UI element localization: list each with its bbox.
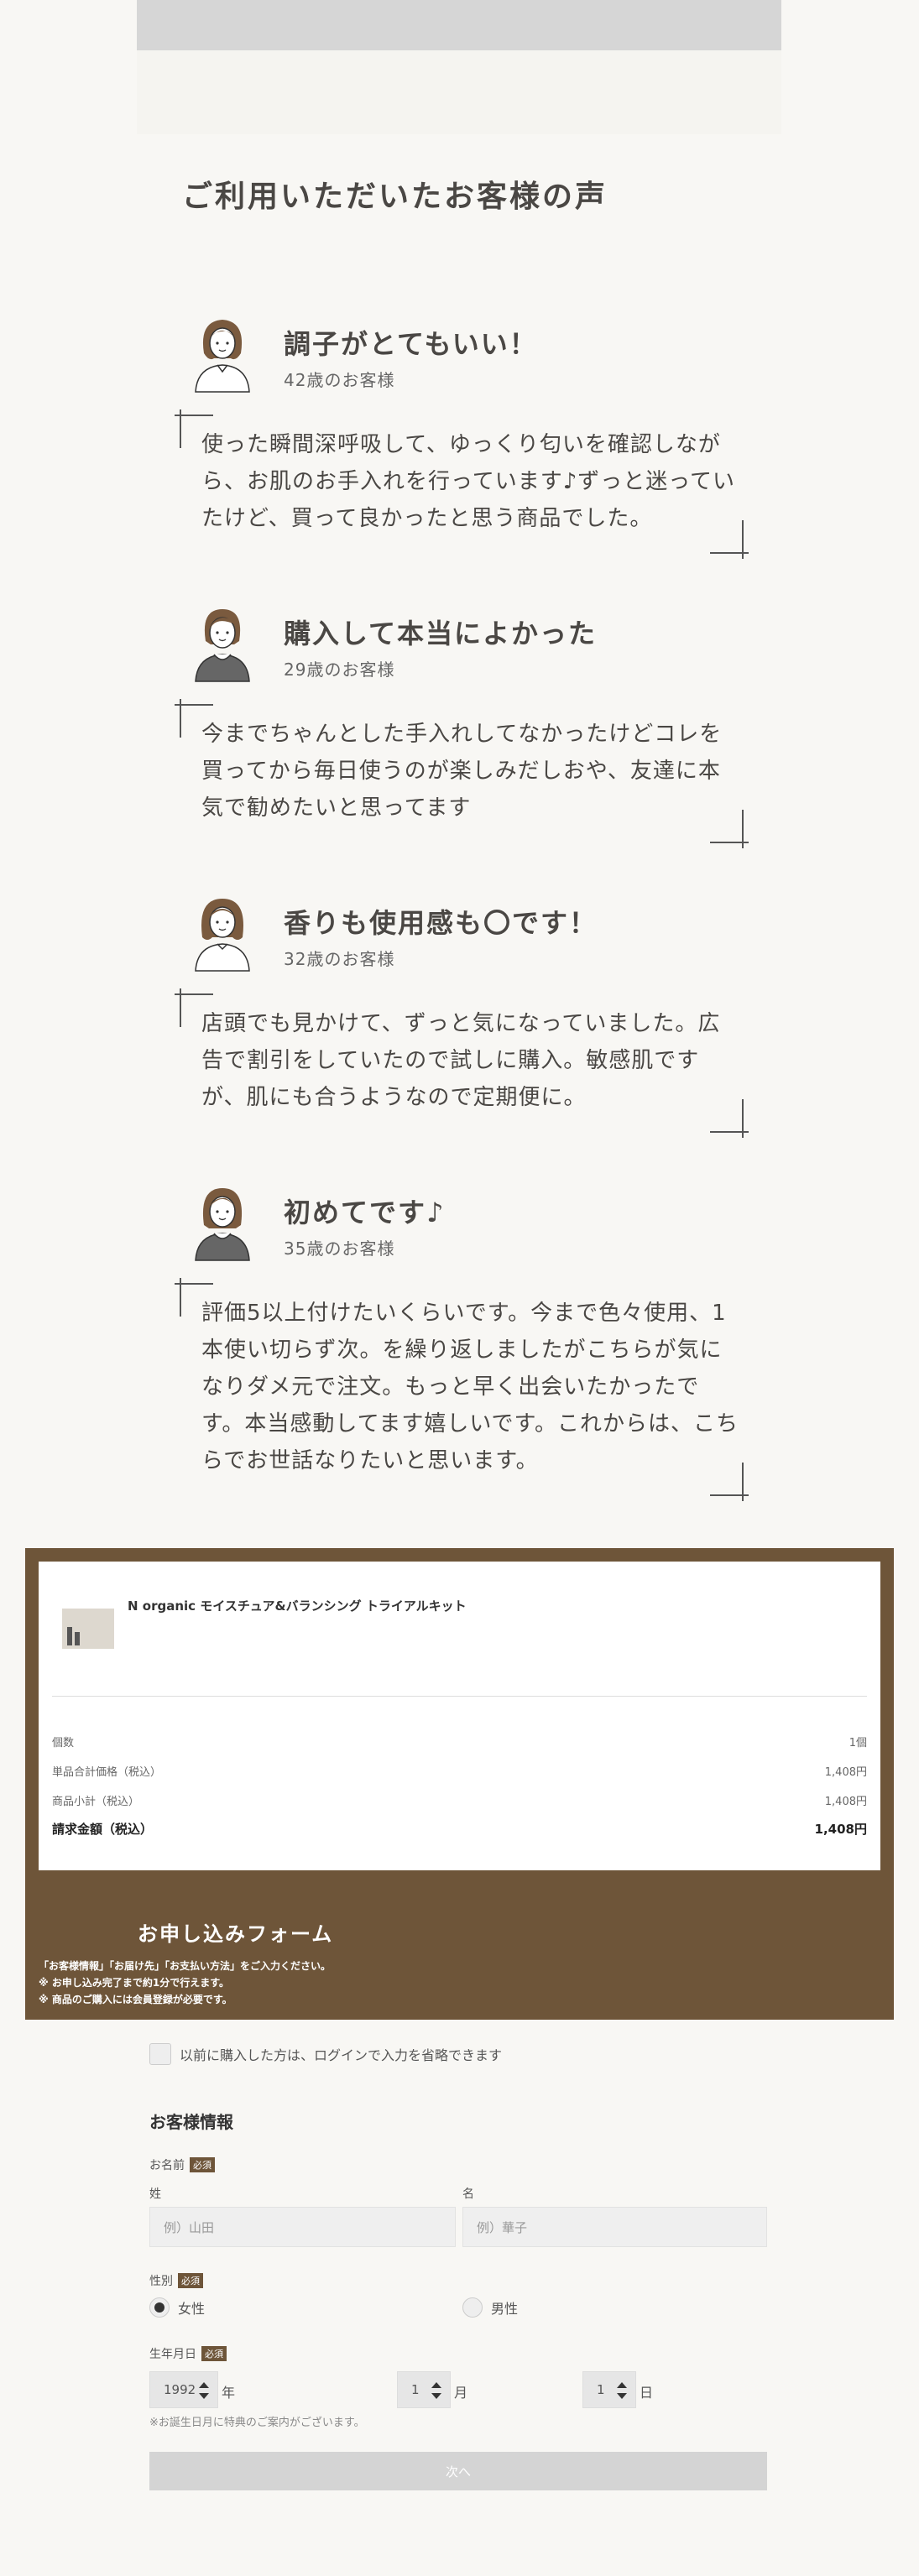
login-shortcut-checkbox[interactable]: 以前に購入した方は、ログインで入力を省略できます	[149, 2043, 502, 2065]
product-thumbnail	[62, 1609, 114, 1649]
quote-corner-decoration	[710, 1099, 749, 1138]
first-name-input[interactable]: 例）華子	[462, 2207, 767, 2247]
voices-section-title: ご利用いただいたお客様の声	[182, 180, 608, 214]
birth-day-select[interactable]: 1	[582, 2371, 636, 2408]
birth-month-select[interactable]: 1	[397, 2371, 451, 2408]
required-badge: 必須	[201, 2346, 227, 2361]
order-row-label: 請求金額（税込）	[52, 1822, 154, 1837]
last-name-input[interactable]: 例）山田	[149, 2207, 456, 2247]
order-row-quantity: 個数 1個	[52, 1734, 867, 1749]
gender-female-label: 女性	[178, 2301, 206, 2317]
review-customer-age: 29歳のお客様	[284, 660, 395, 680]
order-row-subtotal: 商品小計（税込） 1,408円	[52, 1792, 867, 1808]
order-row-unit-total: 単品合計価格（税込） 1,408円	[52, 1763, 867, 1779]
required-badge: 必須	[178, 2273, 203, 2288]
order-row-value: 1,408円	[824, 1796, 867, 1808]
quote-corner-decoration	[710, 1463, 749, 1501]
first-name-label: 名	[462, 2188, 474, 2201]
review-customer-age: 35歳のお客様	[284, 1238, 395, 1259]
form-note: ※ お申し込み完了まで約1分で行えます。	[39, 1977, 229, 1989]
review-title: 初めてです♪	[284, 1197, 446, 1228]
review-text: 今までちゃんとした手入れしてなかったけどコレを買ってから毎日使うのが楽しみだしお…	[201, 722, 723, 821]
month-unit: 月	[454, 2385, 468, 2401]
year-unit: 年	[222, 2385, 236, 2401]
customer-info-title: お客様情報	[149, 2112, 233, 2132]
login-shortcut-label: 以前に購入した方は、ログインで入力を省略できます	[180, 2047, 503, 2063]
order-row-label: 単品合計価格（税込）	[52, 1766, 162, 1779]
avatar-icon	[195, 899, 250, 972]
divider	[52, 1696, 867, 1697]
order-summary-card: N organic モイスチュア&バランシング トライアルキット 個数 1個 単…	[39, 1562, 880, 1870]
gender-male-radio[interactable]: 男性	[462, 2297, 518, 2318]
order-summary-panel: N organic モイスチュア&バランシング トライアルキット 個数 1個 単…	[25, 1548, 894, 2020]
hero-image-placeholder	[137, 0, 781, 50]
name-label: お名前 必須	[149, 2156, 215, 2173]
order-row-label: 個数	[52, 1737, 75, 1749]
review-text: 店頭でも見かけて、ずっと気になっていました。広告で割引をしていたので試しに購入。…	[201, 1011, 721, 1110]
form-notes: 「お客様情報」「お届け先」「お支払い方法」をご入力ください。 ※ お申し込み完了…	[39, 1958, 331, 2008]
order-row-value: 1,408円	[824, 1766, 867, 1779]
form-note: ※ 商品のご購入には会員登録が必要です。	[39, 1994, 232, 2005]
last-name-label: 姓	[149, 2188, 161, 2201]
day-unit: 日	[640, 2385, 654, 2401]
review-text: 評価5以上付けたいくらいです。今まで色々使用、1本使い切らず次。を繰り返しました…	[201, 1301, 739, 1473]
order-row-label: 商品小計（税込）	[52, 1796, 140, 1808]
required-badge: 必須	[190, 2157, 215, 2172]
form-note: 「お客様情報」「お届け先」「お支払い方法」をご入力ください。	[39, 1960, 332, 1972]
order-row-billing-total: 請求金額（税込） 1,408円	[52, 1820, 867, 1838]
quote-corner-decoration	[710, 810, 749, 848]
birthday-note: ※お誕生日月に特典のご案内がございます。	[149, 2417, 365, 2429]
spinner-icon	[197, 2382, 209, 2399]
quote-corner-decoration	[710, 520, 749, 559]
gender-male-label: 男性	[491, 2301, 519, 2317]
next-button[interactable]: 次へ	[149, 2452, 767, 2490]
product-name: N organic モイスチュア&バランシング トライアルキット	[128, 1598, 467, 1614]
radio-selected-icon[interactable]	[149, 2297, 170, 2318]
avatar-icon	[195, 1188, 250, 1261]
radio-unselected-icon[interactable]	[462, 2297, 483, 2318]
spinner-icon	[615, 2382, 627, 2399]
birthday-label: 生年月日 必須	[149, 2345, 227, 2362]
application-form-heading: お申し込みフォーム	[138, 1922, 334, 1946]
avatar-icon	[195, 609, 250, 682]
gender-label: 性別 必須	[149, 2272, 203, 2289]
review-title: 購入して本当によかった	[284, 618, 598, 649]
checkbox[interactable]	[149, 2043, 171, 2065]
review-customer-age: 32歳のお客様	[284, 949, 395, 969]
spinner-icon	[430, 2382, 441, 2399]
gender-female-radio[interactable]: 女性	[149, 2297, 205, 2318]
review-text: 使った瞬間深呼吸して、ゆっくり匂いを確認しながら、お肌のお手入れを行っています♪…	[201, 432, 735, 531]
review-title: 調子がとてもいい！	[284, 328, 538, 360]
hero-fade	[137, 50, 781, 134]
avatar-icon	[195, 320, 250, 393]
review-title: 香りも使用感も〇です！	[284, 907, 598, 939]
order-row-value: 1個	[849, 1737, 867, 1749]
order-row-value: 1,408円	[814, 1822, 867, 1837]
review-customer-age: 42歳のお客様	[284, 370, 395, 390]
birth-year-select[interactable]: 1992	[149, 2371, 218, 2408]
